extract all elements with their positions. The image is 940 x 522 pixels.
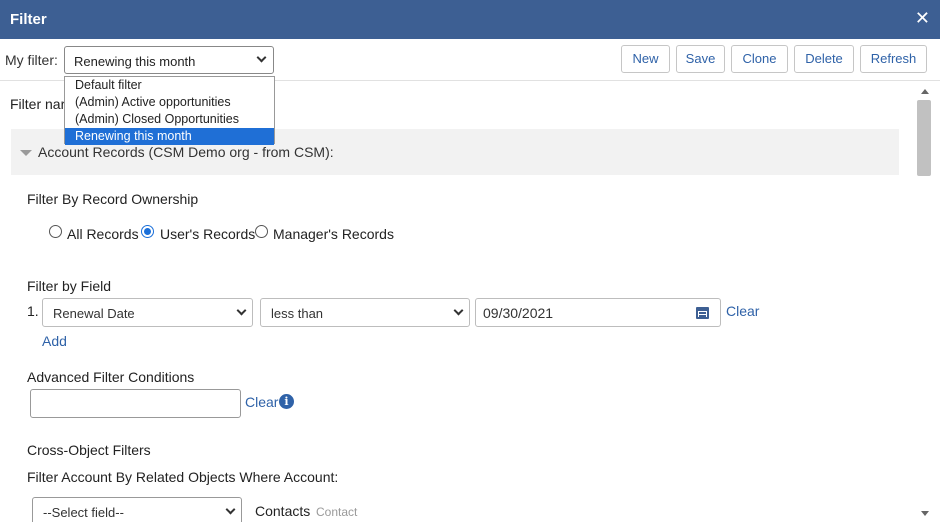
ownership-heading: Filter By Record Ownership [27,191,199,207]
chevron-down-icon [256,52,267,63]
date-value-text: 09/30/2021 [483,305,554,321]
delete-button[interactable]: Delete [794,45,854,73]
date-value-input[interactable]: 09/30/2021 [475,298,686,327]
operator-select-value: less than [271,306,324,321]
field-select-value: Renewal Date [53,306,135,321]
radio-all-records[interactable] [49,225,62,238]
filter-option-default[interactable]: Default filter [65,77,274,94]
radio-label-all-records[interactable]: All Records [67,226,139,242]
filter-option-renewing-this-month[interactable]: Renewing this month [65,128,274,145]
refresh-button[interactable]: Refresh [860,45,927,73]
triangle-down-icon [20,150,32,156]
advanced-heading: Advanced Filter Conditions [27,369,195,385]
chevron-down-icon [453,305,464,316]
related-object-label: Contacts [255,503,311,519]
info-icon[interactable]: i [279,394,294,409]
cross-object-select-value: --Select field-- [43,505,124,520]
add-condition-link[interactable]: Add [42,333,67,349]
filter-row-number: 1. [27,303,39,319]
cross-object-heading: Cross-Object Filters [27,442,151,458]
clear-advanced-link[interactable]: Clear [245,394,278,410]
close-icon[interactable]: ✕ [915,8,930,28]
scroll-down-icon[interactable] [921,511,929,516]
operator-select[interactable]: less than [260,298,470,327]
filter-name-label: Filter nar [10,96,66,112]
filter-option-active-opportunities[interactable]: (Admin) Active opportunities [65,94,274,111]
cross-object-subheading: Filter Account By Related Objects Where … [27,469,339,485]
my-filter-selected-value: Renewing this month [74,54,196,69]
calendar-button[interactable] [685,298,721,327]
radio-users-records[interactable] [141,225,154,238]
radio-label-users-records[interactable]: User's Records [160,226,255,242]
cross-object-field-select[interactable]: --Select field-- [32,497,242,522]
chevron-down-icon [236,305,247,316]
advanced-conditions-input[interactable] [30,389,241,418]
clone-button[interactable]: Clone [731,45,788,73]
chevron-down-icon [225,504,236,515]
radio-label-managers-records[interactable]: Manager's Records [273,226,394,242]
my-filter-select[interactable]: Renewing this month [64,46,274,74]
vertical-scrollbar[interactable] [916,82,934,522]
filter-toolbar: My filter: Renewing this month New Save … [0,39,940,81]
filter-option-closed-opportunities[interactable]: (Admin) Closed Opportunities [65,111,274,128]
save-button[interactable]: Save [676,45,725,73]
field-select[interactable]: Renewal Date [42,298,253,327]
radio-managers-records[interactable] [255,225,268,238]
calendar-icon [696,307,709,319]
dialog-titlebar: Filter ✕ [0,0,940,39]
filter-by-field-heading: Filter by Field [27,278,112,294]
scrollbar-thumb[interactable] [917,100,931,176]
new-button[interactable]: New [621,45,670,73]
my-filter-dropdown-list: Default filter (Admin) Active opportunit… [64,76,275,145]
section-title: Account Records (CSM Demo org - from CSM… [38,144,334,160]
clear-field-link[interactable]: Clear [726,303,759,319]
filter-form: Filter nar Account Records (CSM Demo org… [0,82,916,522]
dialog-title: Filter [10,11,47,28]
my-filter-label: My filter: [5,52,58,68]
related-object-hint: Contact [316,505,358,519]
scroll-up-icon[interactable] [921,89,929,94]
